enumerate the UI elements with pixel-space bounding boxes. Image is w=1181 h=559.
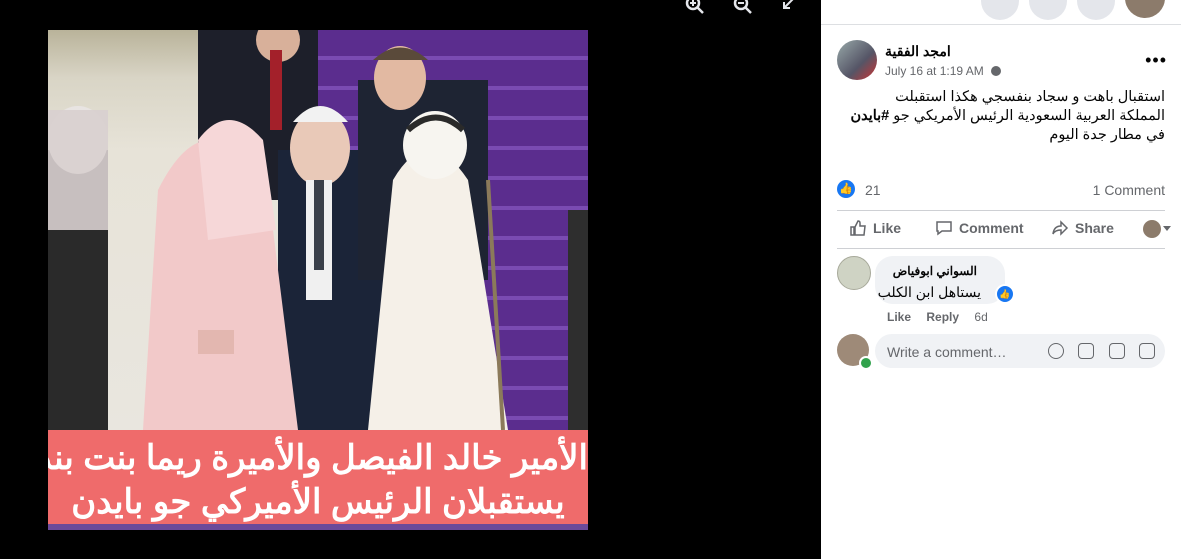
globe-icon — [991, 66, 1002, 76]
viewer-avatar-small — [1143, 220, 1161, 238]
caption-line-2: يستقبلان الرئيس الأميركي جو بايدن — [71, 483, 565, 521]
menu-button[interactable] — [981, 0, 1019, 20]
photo-viewer: الأمير خالد الفيصل والأميرة ريما بنت بند… — [0, 0, 821, 559]
post-text-line-2-prefix: المملكة العربية السعودية الرئيس الأمريكي… — [889, 108, 1165, 124]
post-timestamp[interactable]: July 16 at 1:19 AM — [885, 64, 1002, 78]
share-arrow-icon — [1052, 220, 1069, 236]
comment-like-reaction-icon[interactable]: 👍 — [995, 284, 1015, 304]
commenter-avatar[interactable] — [837, 256, 871, 290]
caption-line-1: الأمير خالد الفيصل والأميرة ريما بنت بند… — [48, 439, 588, 477]
comment-button-label: Comment — [959, 220, 1024, 236]
divider — [837, 210, 1165, 211]
write-comment-placeholder: Write a comment… — [887, 344, 1007, 360]
post-text-line-1: استقبال باهت و سجاد بنفسجي هكذا استقبلت — [895, 89, 1165, 105]
comment-bubble-icon — [936, 221, 952, 236]
reaction-audience-selector[interactable] — [1143, 220, 1173, 240]
share-button-label: Share — [1075, 220, 1114, 236]
post-side-panel: امجد الفقية July 16 at 1:19 AM ••• استقب… — [821, 0, 1181, 559]
account-avatar[interactable] — [1125, 0, 1165, 18]
like-button-label: Like — [873, 220, 902, 236]
like-count[interactable]: 21 — [865, 182, 881, 198]
zoom-in-icon[interactable] — [684, 0, 706, 21]
comment-bubble: السواني ابوفياض يستاهل ابن الكلب 👍 — [875, 256, 1015, 304]
expand-icon[interactable] — [782, 0, 798, 15]
chevron-down-icon — [1163, 226, 1171, 231]
like-button[interactable]: Like — [849, 220, 901, 236]
comment-like-link[interactable]: Like — [887, 310, 911, 324]
write-comment-input[interactable]: Write a comment… — [875, 334, 1165, 368]
comment-age[interactable]: 6d — [974, 310, 987, 324]
photo-caption-overlay: الأمير خالد الفيصل والأميرة ريما بنت بند… — [48, 430, 588, 524]
photo-figures — [48, 30, 588, 430]
thumbs-up-icon — [850, 220, 866, 236]
messenger-button[interactable] — [1029, 0, 1067, 20]
top-toolbar — [821, 0, 1181, 25]
timestamp-text[interactable]: July 16 at 1:19 AM — [885, 64, 984, 78]
zoom-out-icon[interactable] — [732, 0, 754, 21]
reaction-stats: 👍 21 1 Comment — [837, 180, 1165, 200]
comment-text: يستاهل ابن الكلب — [877, 284, 981, 300]
emoji-icon[interactable] — [1047, 343, 1064, 359]
like-reaction-icon[interactable]: 👍 — [837, 180, 855, 198]
post-text-line-2: المملكة العربية السعودية الرئيس الأمريكي… — [845, 107, 1165, 126]
comment-actions: Like Reply 6d — [887, 310, 1000, 324]
post-options-button[interactable]: ••• — [1145, 50, 1167, 71]
camera-icon[interactable] — [1078, 343, 1095, 359]
author-avatar[interactable] — [837, 40, 877, 80]
comment-button[interactable]: Comment — [935, 220, 1024, 236]
post-photo[interactable]: الأمير خالد الفيصل والأميرة ريما بنت بند… — [48, 30, 588, 530]
post-author-name[interactable]: امجد الفقية — [885, 43, 951, 60]
sticker-icon[interactable] — [1139, 343, 1155, 359]
post-text: استقبال باهت و سجاد بنفسجي هكذا استقبلت … — [845, 88, 1165, 145]
hashtag-link[interactable]: #بايدن — [850, 108, 889, 124]
divider — [837, 248, 1165, 249]
composer-icons — [1038, 343, 1155, 364]
post-actions: Like Comment Share — [837, 214, 1171, 248]
share-button[interactable]: Share — [1051, 220, 1114, 236]
online-status-dot — [859, 356, 873, 370]
post-text-line-3: في مطار جدة اليوم — [1049, 127, 1165, 143]
gif-icon[interactable] — [1108, 343, 1125, 359]
commenter-name[interactable]: السواني ابوفياض — [893, 264, 977, 278]
comment-reply-link[interactable]: Reply — [926, 310, 959, 324]
notifications-button[interactable] — [1077, 0, 1115, 20]
comment-count[interactable]: 1 Comment — [1093, 182, 1165, 198]
